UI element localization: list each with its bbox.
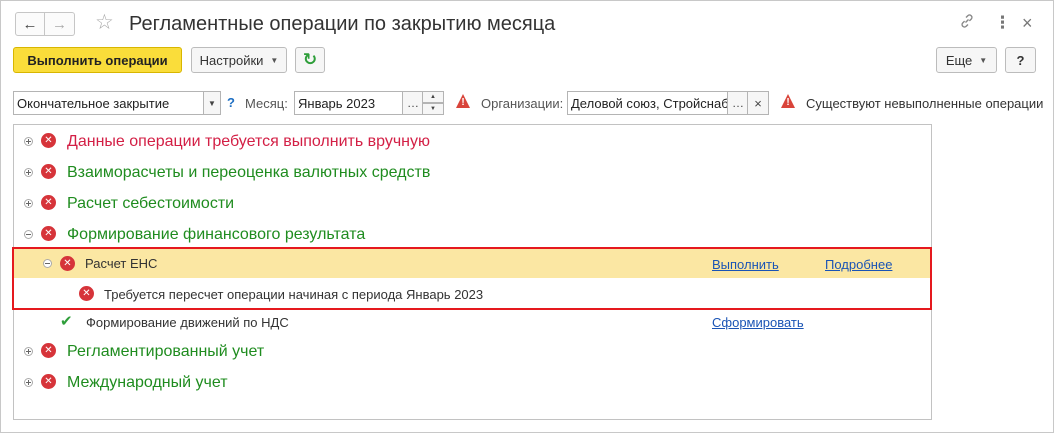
tree-group-row[interactable]: ✕ Взаиморасчеты и переоценка валютных ср… xyxy=(14,157,931,187)
expand-plus-icon[interactable] xyxy=(24,199,33,208)
forward-button[interactable]: → xyxy=(45,12,75,36)
collapse-minus-icon[interactable] xyxy=(24,230,33,239)
tree-group-row[interactable]: ✕ Данные операции требуется выполнить вр… xyxy=(14,126,931,156)
settings-label: Настройки xyxy=(199,52,264,68)
tree-group-row[interactable]: ✕ Формирование финансового результата xyxy=(14,219,931,249)
month-value: Январь 2023 xyxy=(298,95,376,111)
run-operations-label: Выполнить операции xyxy=(27,52,168,68)
tree-group-row[interactable]: ✕ Расчет себестоимости xyxy=(14,188,931,218)
link-icon-svg xyxy=(961,14,973,28)
tree-group-label: Данные операции требуется выполнить вруч… xyxy=(67,133,431,150)
error-circle-icon: ✕ xyxy=(41,343,56,358)
tree-group-row[interactable]: ✕ Регламентированный учет xyxy=(14,336,931,366)
error-circle-icon: ✕ xyxy=(41,374,56,389)
ellipsis-icon: … xyxy=(407,96,419,110)
organizations-clear-button[interactable]: × xyxy=(747,91,769,115)
month-up-button[interactable]: ▲ xyxy=(422,91,444,103)
more-label: Еще xyxy=(945,52,973,68)
organizations-select-button[interactable]: … xyxy=(727,91,749,115)
vat-generate-link[interactable]: Сформировать xyxy=(712,315,804,331)
vat-label: Формирование движений по НДС xyxy=(86,315,289,330)
ens-label: Расчет ЕНС xyxy=(85,256,158,271)
error-circle-icon: ✕ xyxy=(60,256,75,271)
unfinished-operations-warning: Существуют невыполненные операции xyxy=(806,96,1044,111)
error-circle-icon: ✕ xyxy=(41,226,56,241)
link-icon[interactable] xyxy=(959,13,975,35)
collapse-minus-icon[interactable] xyxy=(43,259,52,268)
tree-group-row[interactable]: ✕ Международный учет xyxy=(14,367,931,397)
tree-group-label: Расчет себестоимости xyxy=(67,195,235,212)
organizations-value: Деловой союз, Стройснаб xyxy=(571,95,729,111)
help-button[interactable]: ? xyxy=(1005,47,1036,73)
tree-group-label: Регламентированный учет xyxy=(67,343,265,360)
ens-row[interactable]: ✕ Расчет ЕНС Выполнить Подробнее xyxy=(14,249,931,278)
close-icon[interactable]: × xyxy=(1022,13,1033,33)
operations-tree: ✕ Данные операции требуется выполнить вр… xyxy=(13,124,932,420)
run-operations-button[interactable]: Выполнить операции xyxy=(13,47,182,73)
ens-error-text: Требуется пересчет операции начиная с пе… xyxy=(104,287,484,302)
ellipsis-icon: … xyxy=(732,96,744,110)
arrow-left-icon: ← xyxy=(22,15,38,33)
warning-icon-mark: ! xyxy=(461,97,465,108)
expand-plus-icon[interactable] xyxy=(24,137,33,146)
chevron-down-icon: ▼ xyxy=(208,98,216,108)
back-button[interactable]: ← xyxy=(15,12,45,36)
chevron-up-icon: ▲ xyxy=(430,94,436,100)
chevron-down-icon: ▼ xyxy=(270,55,279,65)
vat-row[interactable]: ✔ Формирование движений по НДС Сформиров… xyxy=(14,308,931,338)
arrow-right-icon: → xyxy=(52,15,67,33)
star-icon[interactable]: ☆ xyxy=(95,11,114,35)
organizations-input[interactable]: Деловой союз, Стройснаб xyxy=(567,91,729,115)
month-input[interactable]: Январь 2023 xyxy=(294,91,404,115)
refresh-icon: ↻ xyxy=(302,50,318,69)
tree-group-label: Международный учет xyxy=(67,374,228,391)
chevron-down-icon: ▼ xyxy=(979,55,988,65)
tree-group-label: Взаиморасчеты и переоценка валютных сред… xyxy=(67,164,431,181)
closing-mode-value: Окончательное закрытие xyxy=(17,95,170,111)
error-circle-icon: ✕ xyxy=(41,164,56,179)
organizations-label: Организации: xyxy=(481,96,564,111)
expand-plus-icon[interactable] xyxy=(24,378,33,387)
more-button[interactable]: Еще ▼ xyxy=(936,47,997,73)
ens-details-link[interactable]: Подробнее xyxy=(825,257,892,273)
error-circle-icon: ✕ xyxy=(41,195,56,210)
closing-mode-dropdown-button[interactable]: ▼ xyxy=(203,91,221,115)
month-label: Месяц: xyxy=(245,96,288,111)
help-hint-icon[interactable]: ? xyxy=(227,95,235,110)
closing-mode-select[interactable]: Окончательное закрытие xyxy=(13,91,205,115)
clear-icon: × xyxy=(754,95,762,111)
month-down-button[interactable]: ▼ xyxy=(422,103,444,115)
tree-group-label: Формирование финансового результата xyxy=(67,226,366,243)
ens-run-link[interactable]: Выполнить xyxy=(712,257,779,273)
checkmark-icon: ✔ xyxy=(60,313,73,330)
settings-button[interactable]: Настройки ▼ xyxy=(191,47,287,73)
expand-plus-icon[interactable] xyxy=(24,168,33,177)
window: ← → ☆ Регламентные операции по закрытию … xyxy=(0,0,1054,433)
chevron-down-icon: ▼ xyxy=(430,106,436,112)
expand-plus-icon[interactable] xyxy=(24,347,33,356)
month-select-button[interactable]: … xyxy=(402,91,424,115)
page-title: Регламентные операции по закрытию месяца xyxy=(129,13,556,35)
error-circle-icon: ✕ xyxy=(79,286,94,301)
more-vertical-icon[interactable]: ⋮ xyxy=(994,13,1011,33)
refresh-button[interactable]: ↻ xyxy=(295,47,325,73)
help-label: ? xyxy=(1016,52,1025,68)
warning-icon-mark: ! xyxy=(786,97,790,108)
ens-error-row: ✕ Требуется пересчет операции начиная с … xyxy=(14,278,931,308)
error-circle-icon: ✕ xyxy=(41,133,56,148)
